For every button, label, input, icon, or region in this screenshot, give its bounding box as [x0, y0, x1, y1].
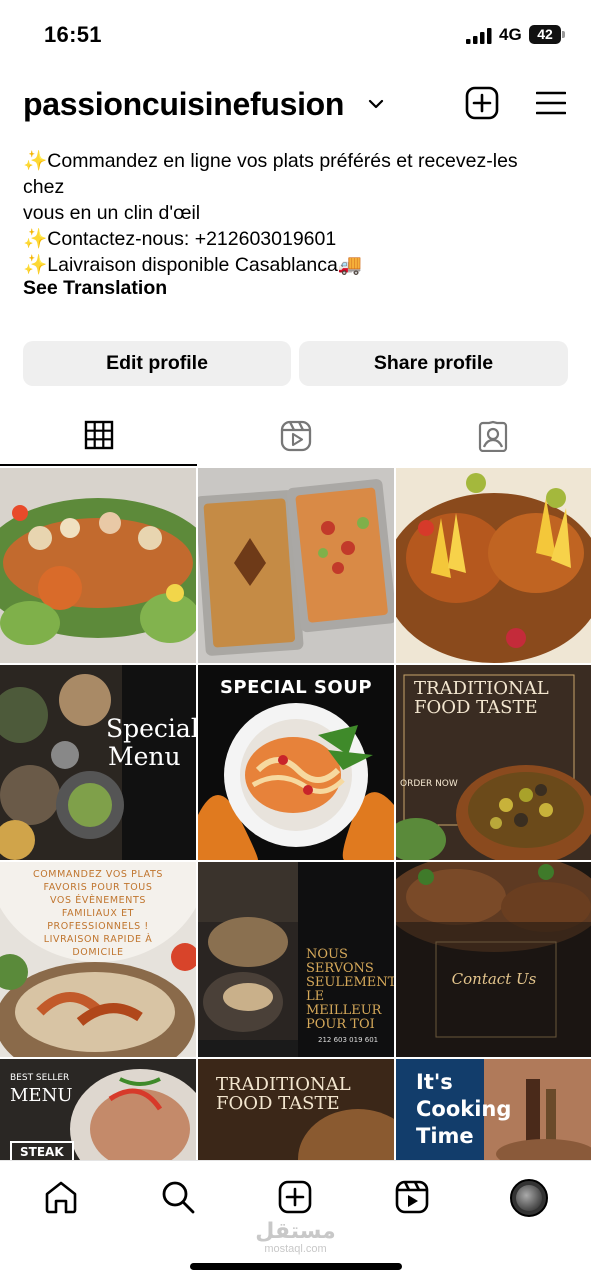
profile-avatar[interactable] [510, 1179, 548, 1217]
reels-nav-icon[interactable] [394, 1179, 430, 1215]
signal-icon [466, 28, 492, 44]
network-label: 4G [499, 25, 522, 44]
bottom-navigation: مستقل mostaql.com [0, 1160, 591, 1280]
status-time: 16:51 [44, 22, 102, 47]
post-thumbnail[interactable]: Contact Us [396, 862, 591, 1057]
bio-line[interactable]: ✨Contactez-nous: +212603019601 [23, 226, 568, 252]
profile-bio: ✨Commandez en ligne vos plats préférés e… [23, 148, 568, 278]
profile-tabs [0, 410, 591, 466]
home-indicator[interactable] [190, 1263, 402, 1270]
post-caption: NOUS SERVONS SEULEMENT LE MEILLEUR POUR … [306, 947, 394, 1032]
chevron-down-icon[interactable] [368, 98, 384, 110]
post-caption: TRADITIONAL FOOD TASTE [414, 678, 549, 718]
post-caption: MENU [10, 1085, 73, 1106]
home-icon[interactable] [43, 1179, 79, 1215]
watermark: مستقل mostaql.com [0, 1218, 591, 1256]
post-thumbnail[interactable]: It's Cooking Time [396, 1059, 591, 1160]
grid-icon [84, 420, 113, 450]
post-caption: TRADITIONAL FOOD TASTE [216, 1074, 351, 1114]
menu-icon[interactable] [536, 90, 566, 116]
post-thumbnail[interactable]: BEST SELLER MENU STEAK [0, 1059, 196, 1160]
watermark-latin: mostaql.com [264, 1243, 327, 1255]
tab-posts[interactable] [0, 410, 197, 466]
share-profile-button[interactable]: Share profile [299, 341, 568, 386]
post-thumbnail[interactable]: Special Menu [0, 665, 196, 860]
reels-icon [280, 420, 311, 452]
create-icon[interactable] [277, 1179, 313, 1215]
battery-level: 42 [529, 25, 561, 44]
post-thumbnail[interactable]: COMMANDEZ VOS PLATS FAVORIS POUR TOUS VO… [0, 862, 196, 1057]
post-thumbnail[interactable] [198, 468, 394, 663]
post-caption: BEST SELLER [10, 1073, 70, 1083]
bio-line: chez [23, 176, 65, 198]
watermark-arabic: مستقل [255, 1218, 336, 1243]
post-thumbnail[interactable] [0, 468, 196, 663]
edit-profile-button[interactable]: Edit profile [23, 341, 291, 386]
tab-reels[interactable] [197, 410, 394, 466]
create-post-icon[interactable] [465, 86, 499, 120]
post-thumbnail[interactable]: NOUS SERVONS SEULEMENT LE MEILLEUR POUR … [198, 862, 394, 1057]
profile-header: passioncuisinefusion [0, 80, 591, 130]
tab-tagged[interactable] [394, 410, 591, 466]
tagged-icon [478, 420, 507, 452]
see-translation-link[interactable]: See Translation [23, 277, 167, 300]
post-caption: Contact Us [451, 970, 537, 988]
post-caption: SPECIAL SOUP [219, 677, 373, 698]
post-caption: COMMANDEZ VOS PLATS FAVORIS POUR TOUS VO… [32, 869, 164, 958]
bio-line: vous en un clin d'œil [23, 202, 201, 224]
post-caption: Special Menu [106, 714, 196, 771]
bio-line: ✨Commandez en ligne vos plats préférés e… [23, 150, 518, 172]
post-thumbnail[interactable]: TRADITIONAL FOOD TASTE [198, 1059, 394, 1160]
post-caption: It's Cooking Time [416, 1070, 512, 1148]
battery-icon: 42 [529, 25, 565, 44]
bio-line: ✨Laivraison disponible Casablanca🚚 [23, 254, 363, 276]
post-phone: 212 603 019 601 [318, 1036, 379, 1044]
post-thumbnail[interactable] [396, 468, 591, 663]
post-caption: STEAK [10, 1141, 74, 1160]
order-now-label: ORDER NOW [400, 779, 458, 789]
post-thumbnail[interactable]: TRADITIONAL FOOD TASTE ORDER NOW [396, 665, 591, 860]
search-icon[interactable] [160, 1179, 196, 1215]
posts-grid: Special Menu SPECIAL SOUP TRADITIONAL FO… [0, 468, 591, 1160]
post-thumbnail[interactable]: SPECIAL SOUP [198, 665, 394, 860]
status-bar: 16:51 4G 42 [0, 0, 591, 70]
profile-username[interactable]: passioncuisinefusion [23, 86, 344, 123]
